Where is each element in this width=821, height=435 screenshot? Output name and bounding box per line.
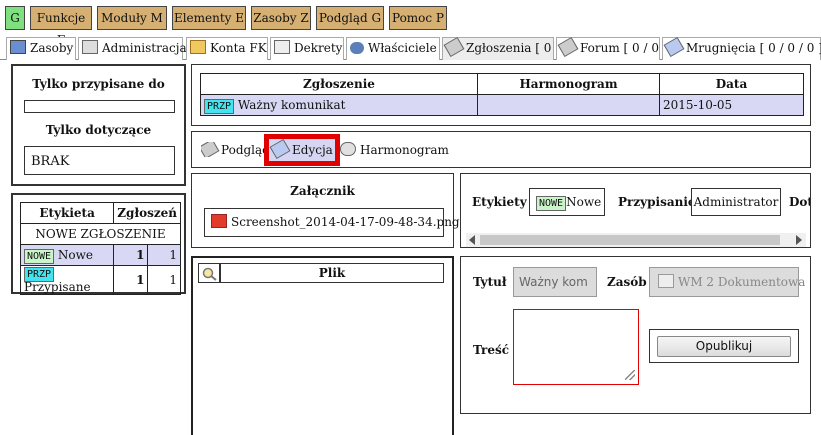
tag-icon [201, 142, 220, 157]
reports-table: Zgłoszenie Harmonogram Data PRZP Ważny k… [200, 73, 804, 116]
row-count: 1 [113, 244, 149, 266]
menu-moduly[interactable]: Moduły M [97, 6, 167, 30]
resource-label: Zasób [607, 275, 647, 289]
reports-panel: Zgłoszenie Harmonogram Data PRZP Ważny k… [191, 64, 811, 126]
col-etykieta: Etykieta [19, 202, 115, 224]
resource-button[interactable]: WM 2 Dokumentowa [649, 267, 805, 297]
scroll-right-arrow[interactable] [796, 235, 802, 245]
body-textarea[interactable] [513, 309, 639, 385]
tag-icon [443, 36, 465, 58]
row-count: 1 [113, 265, 149, 295]
label-tag-nowe[interactable]: NOWE Nowe [529, 188, 605, 216]
tab-administracja[interactable]: Administracja [78, 37, 187, 60]
menu-elementy[interactable]: Elementy E [172, 6, 246, 30]
labels-title: Etykiety [472, 195, 527, 209]
label-stats-panel: Etykieta Zgłoszeń NOWE ZGŁOSZENIE NOWE N… [11, 193, 186, 295]
image-icon [10, 40, 26, 54]
tab-forum[interactable]: Forum [ 0 / 0 ] [556, 36, 668, 60]
files-panel: Plik [191, 256, 454, 435]
table-row[interactable]: NOWE Nowe 1 1 [19, 244, 181, 266]
title-input[interactable]: Ważny kom [513, 267, 597, 297]
menu-g-button[interactable]: G [5, 6, 25, 30]
label-stats-table: Etykieta Zgłoszeń NOWE ZGŁOSZENIE NOWE N… [19, 202, 181, 295]
menu-zasoby[interactable]: Zasoby Z [251, 6, 311, 30]
concerning-field[interactable]: BRAK [24, 146, 175, 175]
tab-podglad[interactable]: Podgląd [201, 142, 267, 157]
tab-zgloszenia[interactable]: Zgłoszenia [ 0 ] [442, 36, 560, 60]
status-badge: NOWE [536, 196, 567, 211]
resize-grip-icon[interactable] [625, 370, 635, 380]
edit-form-panel: Tytuł Ważny kom Zasób WM 2 Dokumentowa T… [460, 256, 811, 414]
document-icon [82, 40, 98, 54]
filter-panel: Tylko przypisane do Tylko dotyczące BRAK [11, 64, 186, 186]
publish-button[interactable]: Opublikuj [657, 336, 791, 357]
publish-box: Opublikuj [649, 329, 799, 363]
menu-funkcje[interactable]: Funkcje F [30, 6, 92, 47]
tab-zasoby[interactable]: Zasoby [6, 37, 76, 60]
search-icon [202, 267, 217, 281]
users-icon [350, 42, 364, 54]
folder-icon [190, 40, 206, 54]
status-badge: NOWE [24, 249, 55, 264]
assign-value[interactable]: Administrator [691, 188, 781, 216]
tag-icon [663, 36, 685, 58]
clock-icon [340, 142, 356, 156]
table-row[interactable]: PRZP Ważny komunikat 2015-10-05 [200, 94, 804, 116]
tab-konta-fk[interactable]: Konta FK [186, 37, 268, 60]
row-count: 1 [147, 244, 181, 266]
tab-edycja[interactable]: Edycja [264, 134, 340, 166]
attachment-panel: Załącznik Screenshot_2014-04-17-09-48-34… [191, 173, 460, 248]
tag-icon [269, 138, 291, 160]
files-header: Plik [220, 263, 444, 283]
title-label: Tytuł [473, 275, 507, 289]
tag-icon [557, 36, 579, 58]
menu-podglad[interactable]: Podgląd G [316, 6, 384, 30]
attachment-file[interactable]: Screenshot_2014-04-17-09-48-34.png [204, 208, 460, 237]
status-badge: PRZP [204, 99, 235, 114]
tab-harmonogram[interactable]: Harmonogram [340, 142, 449, 157]
report-schedule [477, 94, 660, 116]
col-data: Data [659, 73, 804, 95]
assigned-title: Tylko przypisane do [32, 77, 165, 91]
document-icon [658, 274, 674, 288]
row-label: NOWE Nowe [19, 244, 115, 266]
list-icon [274, 40, 290, 54]
tab-mrugniecia[interactable]: Mrugnięcia [ 0 / 0 / 0 ] [662, 36, 821, 60]
row-count: 1 [147, 265, 181, 295]
report-date: 2015-10-05 [659, 94, 804, 116]
body-label: Treść [473, 343, 510, 357]
table-row[interactable]: PRZP Przypisane 1 1 [19, 265, 181, 295]
scroll-left-arrow[interactable] [469, 235, 475, 245]
assign-title: Przypisanie [618, 195, 696, 209]
image-file-icon [211, 214, 227, 228]
group-row: NOWE ZGŁOSZENIE [20, 223, 181, 245]
col-harmonogram: Harmonogram [477, 73, 660, 95]
col-zgloszenie: Zgłoszenie [200, 73, 478, 95]
col-zgloszen: Zgłoszeń [113, 202, 181, 224]
row-label: PRZP Przypisane [19, 265, 115, 295]
subtab-bar: Podgląd Edycja Harmonogram [191, 131, 811, 168]
attachment-title: Załącznik [290, 184, 355, 198]
tab-wlasciciele[interactable]: Właściciele [346, 37, 440, 60]
labels-panel: Etykiety NOWE Nowe Przypisanie Administra… [460, 173, 811, 248]
scroll-thumb[interactable] [480, 235, 780, 245]
report-title: PRZP Ważny komunikat [200, 94, 478, 116]
menu-pomoc[interactable]: Pomoc P [389, 6, 447, 30]
assigned-field[interactable] [24, 100, 175, 113]
horizontal-scrollbar[interactable] [466, 233, 806, 247]
tab-dekrety[interactable]: Dekrety [270, 37, 344, 60]
files-search-button[interactable] [198, 263, 220, 283]
concerning-title: Tylko dotyczące [45, 123, 152, 137]
concerning-cut: Doty [789, 195, 810, 209]
